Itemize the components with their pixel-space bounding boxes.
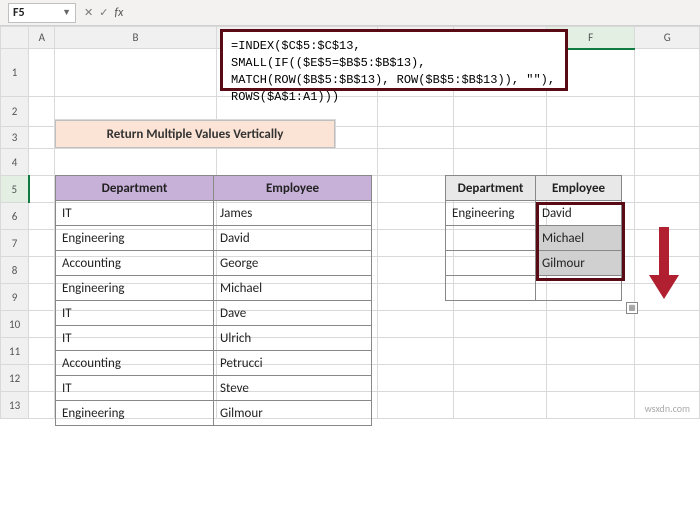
formula-bar-icons: ✕ ✓ fx [84, 6, 123, 20]
table-header-dept: Department [56, 176, 214, 201]
table-row: ITUlrich [56, 326, 372, 351]
row-header[interactable]: 3 [1, 127, 29, 149]
result-header-dept: Department [446, 176, 536, 201]
result-header-emp: Employee [536, 176, 622, 201]
formula-line-1: =INDEX($C$5:$C$13, SMALL(IF(($E$5=$B$5:$… [231, 39, 425, 70]
row-header[interactable]: 10 [1, 311, 29, 338]
table-row: EngineeringDavid [446, 201, 622, 226]
table-row: Gilmour [446, 251, 622, 276]
table-row: AccountingPetrucci [56, 351, 372, 376]
fx-icon[interactable]: fx [114, 6, 123, 20]
row-header[interactable]: 4 [1, 149, 29, 176]
col-header-A[interactable]: A [29, 27, 55, 49]
watermark: wsxdn.com [645, 402, 690, 415]
row-header[interactable]: 9 [1, 284, 29, 311]
result-cell[interactable]: Gilmour [536, 251, 622, 276]
row-header[interactable]: 11 [1, 338, 29, 365]
row-header[interactable]: 6 [1, 203, 29, 230]
section-title-text: Return Multiple Values Vertically [107, 127, 284, 142]
col-header-B[interactable]: B [55, 27, 216, 49]
row-header[interactable]: 7 [1, 230, 29, 257]
row-header[interactable]: 1 [1, 49, 29, 97]
name-box[interactable]: F5 ▼ [8, 3, 76, 23]
corner-cell[interactable] [1, 27, 29, 49]
table-row: ITDave [56, 301, 372, 326]
chevron-down-icon[interactable]: ▼ [62, 7, 71, 18]
name-box-value: F5 [13, 6, 25, 20]
row-header[interactable]: 12 [1, 365, 29, 392]
row-header[interactable]: 2 [1, 97, 29, 127]
table-row: EngineeringDavid [56, 226, 372, 251]
table-row: EngineeringGilmour [56, 401, 372, 426]
table-row: ITJames [56, 201, 372, 226]
section-title: Return Multiple Values Vertically [55, 120, 335, 148]
col-header-G[interactable]: G [635, 27, 700, 49]
confirm-icon[interactable]: ✓ [99, 6, 108, 19]
row-header[interactable]: 8 [1, 257, 29, 284]
formula-line-3: ROWS($A$1:A1))) [231, 90, 339, 104]
cancel-icon[interactable]: ✕ [84, 6, 93, 19]
result-cell[interactable] [536, 276, 622, 301]
table-row: Michael [446, 226, 622, 251]
table-header-emp: Employee [214, 176, 372, 201]
table-row: AccountingGeorge [56, 251, 372, 276]
row-header[interactable]: 13 [1, 392, 29, 419]
sheet: =INDEX($C$5:$C$13, SMALL(IF(($E$5=$B$5:$… [0, 26, 700, 419]
table-row: EngineeringMichael [56, 276, 372, 301]
row-header[interactable]: 5 [1, 176, 29, 203]
fill-handle-icon[interactable]: ▦ [626, 302, 638, 314]
arrow-down-icon [649, 227, 679, 299]
data-table: Department Employee ITJames EngineeringD… [55, 175, 372, 426]
result-cell[interactable]: David [536, 201, 622, 226]
table-row: ITSteve [56, 376, 372, 401]
formula-line-2: MATCH(ROW($B$5:$B$13), ROW($B$5:$B$13)),… [231, 73, 555, 87]
formula-bar-row: F5 ▼ ✕ ✓ fx [0, 0, 700, 26]
table-row [446, 276, 622, 301]
formula-editor[interactable]: =INDEX($C$5:$C$13, SMALL(IF(($E$5=$B$5:$… [220, 29, 568, 91]
result-cell[interactable]: Michael [536, 226, 622, 251]
result-table: Department Employee EngineeringDavid Mic… [445, 175, 622, 301]
